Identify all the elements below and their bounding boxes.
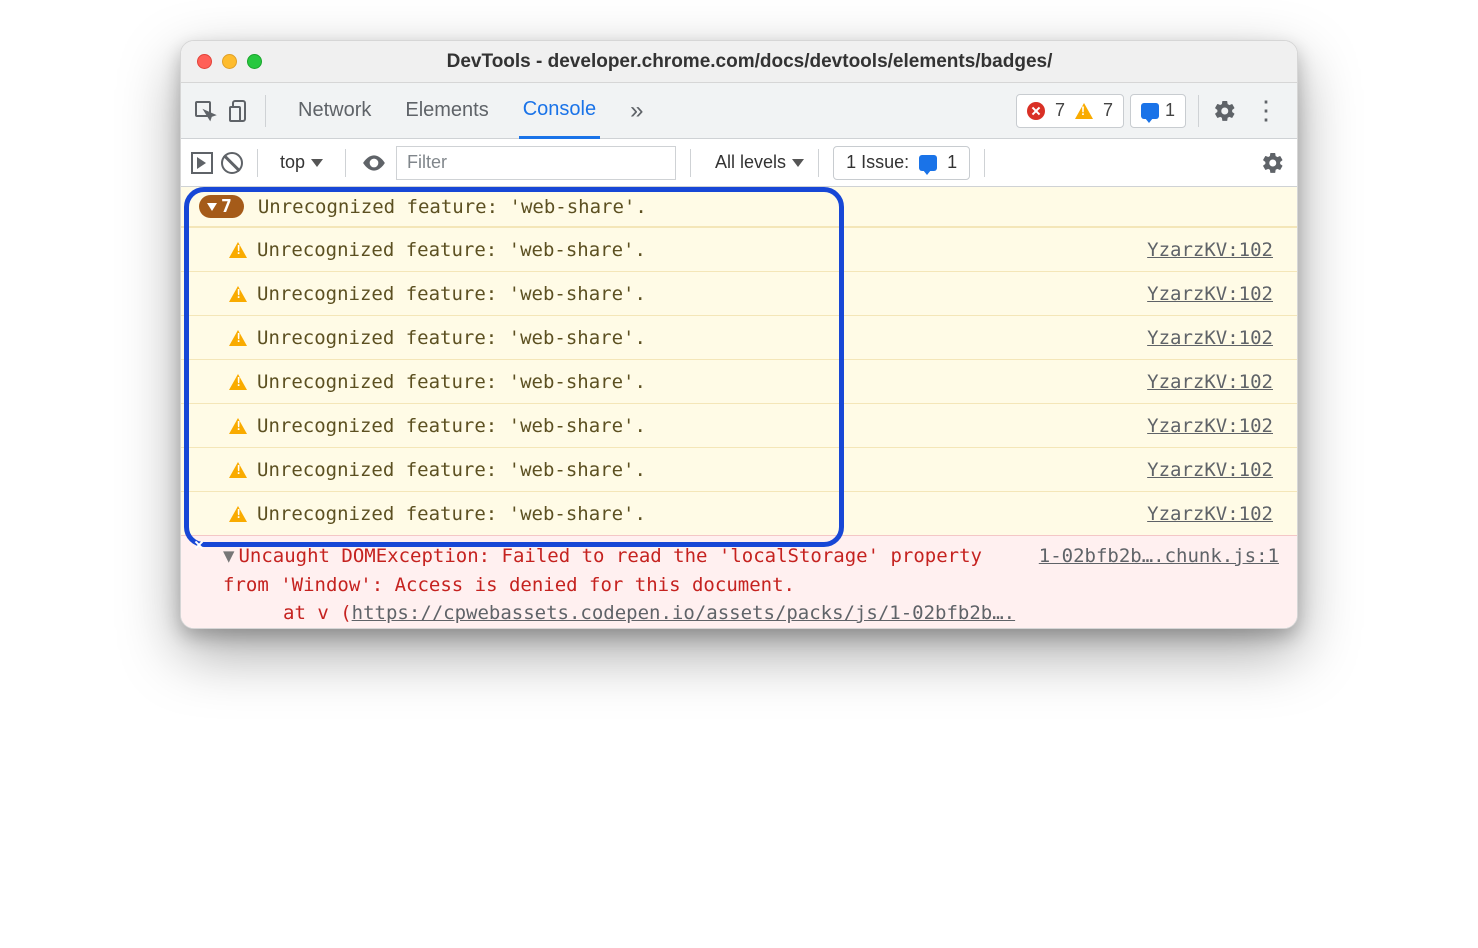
console-log-pane: 7 Unrecognized feature: 'web-share'. Unr… bbox=[181, 187, 1297, 628]
warning-row[interactable]: Unrecognized feature: 'web-share'. Yzarz… bbox=[181, 227, 1297, 271]
tab-network[interactable]: Network bbox=[294, 83, 375, 139]
warning-row[interactable]: Unrecognized feature: 'web-share'. Yzarz… bbox=[181, 271, 1297, 315]
toolbar-separator bbox=[1198, 95, 1199, 127]
device-toggle-icon[interactable] bbox=[225, 97, 253, 125]
warning-icon bbox=[229, 374, 247, 390]
warning-row[interactable]: Unrecognized feature: 'web-share'. Yzarz… bbox=[181, 491, 1297, 535]
warning-icon bbox=[229, 330, 247, 346]
warning-count: 7 bbox=[1103, 100, 1113, 121]
group-message: Unrecognized feature: 'web-share'. bbox=[258, 196, 647, 218]
context-label: top bbox=[280, 152, 305, 173]
warning-icon bbox=[229, 242, 247, 258]
more-tabs-icon[interactable]: » bbox=[630, 97, 643, 125]
warning-row[interactable]: Unrecognized feature: 'web-share'. Yzarz… bbox=[181, 315, 1297, 359]
warning-row[interactable]: Unrecognized feature: 'web-share'. Yzarz… bbox=[181, 447, 1297, 491]
separator bbox=[345, 149, 346, 177]
window-title: DevTools - developer.chrome.com/docs/dev… bbox=[278, 51, 1221, 73]
source-link[interactable]: YzarzKV:102 bbox=[1147, 327, 1273, 349]
warning-row[interactable]: Unrecognized feature: 'web-share'. Yzarz… bbox=[181, 359, 1297, 403]
close-window-button[interactable] bbox=[197, 54, 212, 69]
warning-row[interactable]: Unrecognized feature: 'web-share'. Yzarz… bbox=[181, 403, 1297, 447]
filter-input[interactable] bbox=[396, 146, 676, 180]
source-link[interactable]: YzarzKV:102 bbox=[1147, 283, 1273, 305]
issues-pill-count: 1 bbox=[947, 152, 957, 173]
warning-message: Unrecognized feature: 'web-share'. bbox=[257, 503, 1147, 525]
error-count: 7 bbox=[1055, 100, 1065, 121]
devtools-window: DevTools - developer.chrome.com/docs/dev… bbox=[180, 40, 1298, 629]
error-row[interactable]: 1-02bfb2b….chunk.js:1 ▼Uncaught DOMExcep… bbox=[181, 535, 1297, 628]
source-link[interactable]: YzarzKV:102 bbox=[1147, 503, 1273, 525]
source-link[interactable]: 1-02bfb2b….chunk.js:1 bbox=[1039, 542, 1279, 571]
live-expression-icon[interactable] bbox=[360, 149, 388, 177]
expand-icon bbox=[207, 203, 217, 211]
log-levels-selector[interactable]: All levels bbox=[715, 152, 804, 173]
main-toolbar: Network Elements Console » 7 7 1 ⋮ bbox=[181, 83, 1297, 139]
source-link[interactable]: YzarzKV:102 bbox=[1147, 415, 1273, 437]
levels-label: All levels bbox=[715, 152, 786, 173]
issues-pill[interactable]: 1 Issue: 1 bbox=[833, 146, 970, 180]
warning-message: Unrecognized feature: 'web-share'. bbox=[257, 283, 1147, 305]
warning-icon bbox=[229, 418, 247, 434]
stack-prefix: at v ( bbox=[283, 602, 352, 624]
console-settings-icon[interactable] bbox=[1259, 149, 1287, 177]
title-bar: DevTools - developer.chrome.com/docs/dev… bbox=[181, 41, 1297, 83]
warning-group-header[interactable]: 7 Unrecognized feature: 'web-share'. bbox=[181, 187, 1297, 227]
warning-message: Unrecognized feature: 'web-share'. bbox=[257, 459, 1147, 481]
warning-icon bbox=[229, 506, 247, 522]
panel-tabs: Network Elements Console » bbox=[294, 83, 643, 139]
collapse-icon[interactable]: ▼ bbox=[223, 545, 234, 567]
toggle-sidebar-icon[interactable] bbox=[191, 152, 213, 174]
console-filter-bar: top All levels 1 Issue: 1 bbox=[181, 139, 1297, 187]
issues-label: 1 Issue: bbox=[846, 152, 909, 173]
more-options-icon[interactable]: ⋮ bbox=[1245, 95, 1287, 126]
traffic-lights bbox=[197, 54, 262, 69]
warning-message: Unrecognized feature: 'web-share'. bbox=[257, 371, 1147, 393]
issues-count: 1 bbox=[1165, 100, 1175, 121]
settings-icon[interactable] bbox=[1211, 97, 1239, 125]
issues-icon bbox=[1141, 103, 1159, 119]
issues-button[interactable]: 1 bbox=[1130, 94, 1186, 128]
warning-icon bbox=[229, 286, 247, 302]
stack-trace: at v (https://cpwebassets.codepen.io/ass… bbox=[223, 599, 1279, 628]
separator bbox=[257, 149, 258, 177]
toolbar-separator bbox=[265, 95, 266, 127]
error-warning-counter[interactable]: 7 7 bbox=[1016, 94, 1124, 128]
separator bbox=[690, 149, 691, 177]
inspect-element-icon[interactable] bbox=[191, 97, 219, 125]
dropdown-icon bbox=[311, 159, 323, 167]
separator bbox=[984, 149, 985, 177]
dropdown-icon bbox=[792, 159, 804, 167]
separator bbox=[818, 149, 819, 177]
tab-console[interactable]: Console bbox=[519, 83, 600, 139]
issues-icon bbox=[919, 155, 937, 171]
warning-message: Unrecognized feature: 'web-share'. bbox=[257, 239, 1147, 261]
context-selector[interactable]: top bbox=[272, 148, 331, 177]
source-link[interactable]: YzarzKV:102 bbox=[1147, 371, 1273, 393]
warning-icon bbox=[229, 462, 247, 478]
error-message: Uncaught DOMException: Failed to read th… bbox=[223, 545, 982, 596]
source-link[interactable]: YzarzKV:102 bbox=[1147, 459, 1273, 481]
stack-link[interactable]: https://cpwebassets.codepen.io/assets/pa… bbox=[352, 602, 1015, 624]
maximize-window-button[interactable] bbox=[247, 54, 262, 69]
minimize-window-button[interactable] bbox=[222, 54, 237, 69]
warning-message: Unrecognized feature: 'web-share'. bbox=[257, 327, 1147, 349]
warning-icon bbox=[1075, 103, 1093, 119]
error-icon bbox=[1027, 102, 1045, 120]
warning-message: Unrecognized feature: 'web-share'. bbox=[257, 415, 1147, 437]
group-count-badge: 7 bbox=[199, 195, 244, 218]
tab-elements[interactable]: Elements bbox=[401, 83, 492, 139]
clear-console-icon[interactable] bbox=[221, 152, 243, 174]
group-count: 7 bbox=[221, 196, 232, 217]
source-link[interactable]: YzarzKV:102 bbox=[1147, 239, 1273, 261]
